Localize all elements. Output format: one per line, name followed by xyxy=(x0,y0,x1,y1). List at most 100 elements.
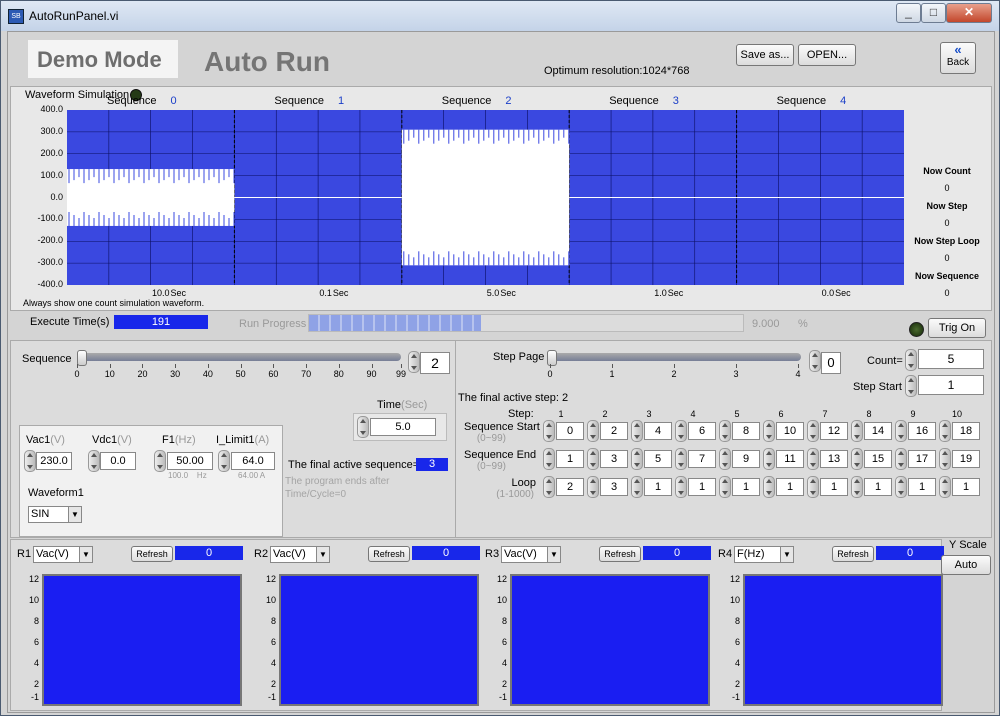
step-cell-spinner[interactable] xyxy=(807,448,819,470)
seq-start-cell[interactable]: 0 xyxy=(556,422,584,440)
step-cell-spinner[interactable] xyxy=(895,448,907,470)
seq-end-cell[interactable]: 19 xyxy=(952,450,980,468)
step-cell-spinner[interactable] xyxy=(851,420,863,442)
time-input[interactable]: 5.0 xyxy=(370,418,436,436)
step-page-slider-thumb[interactable] xyxy=(547,350,557,366)
readout-quantity-select[interactable]: Vac(V) xyxy=(501,546,561,563)
step-cell-spinner[interactable] xyxy=(719,476,731,498)
loop-cell[interactable]: 1 xyxy=(864,478,892,496)
seq-end-cell[interactable]: 3 xyxy=(600,450,628,468)
f1-input[interactable]: 50.00 xyxy=(167,452,213,470)
sequence-spinner[interactable] xyxy=(408,351,420,373)
step-cell-spinner[interactable] xyxy=(543,420,555,442)
seq-start-cell[interactable]: 2 xyxy=(600,422,628,440)
sequence-slider-track[interactable] xyxy=(77,350,401,366)
loop-cell[interactable]: 2 xyxy=(556,478,584,496)
step-cell-spinner[interactable] xyxy=(675,476,687,498)
close-button[interactable]: ✕ xyxy=(946,3,992,23)
step-cell-spinner[interactable] xyxy=(807,476,819,498)
refresh-button[interactable]: Refresh xyxy=(832,546,874,562)
trig-on-button[interactable]: Trig On xyxy=(928,318,986,338)
step-cell-spinner[interactable] xyxy=(895,476,907,498)
step-cell-spinner[interactable] xyxy=(763,420,775,442)
step-cell-spinner[interactable] xyxy=(719,448,731,470)
readout-quantity-select[interactable]: Vac(V) xyxy=(270,546,330,563)
seq-end-cell[interactable]: 17 xyxy=(908,450,936,468)
refresh-button[interactable]: Refresh xyxy=(131,546,173,562)
time-spinner[interactable] xyxy=(357,416,369,438)
seq-start-cell[interactable]: 12 xyxy=(820,422,848,440)
seq-end-cell[interactable]: 1 xyxy=(556,450,584,468)
step-cell-spinner[interactable] xyxy=(587,420,599,442)
loop-cell[interactable]: 1 xyxy=(820,478,848,496)
refresh-button[interactable]: Refresh xyxy=(599,546,641,562)
seq-start-cell[interactable]: 4 xyxy=(644,422,672,440)
f1-spinner[interactable] xyxy=(154,450,166,472)
seq-start-cell[interactable]: 16 xyxy=(908,422,936,440)
step-cell-spinner[interactable] xyxy=(851,476,863,498)
maximize-button[interactable]: □ xyxy=(921,3,946,23)
step-cell-spinner[interactable] xyxy=(543,476,555,498)
loop-cell[interactable]: 1 xyxy=(776,478,804,496)
step-cell-spinner[interactable] xyxy=(675,448,687,470)
step-cell-spinner[interactable] xyxy=(631,448,643,470)
step-cell-spinner[interactable] xyxy=(939,420,951,442)
loop-cell[interactable]: 1 xyxy=(644,478,672,496)
step-cell-spinner[interactable] xyxy=(587,476,599,498)
sequence-slider-thumb[interactable] xyxy=(77,350,87,366)
vac1-spinner[interactable] xyxy=(24,450,36,472)
seq-end-cell[interactable]: 13 xyxy=(820,450,848,468)
vac1-input[interactable]: 230.0 xyxy=(36,452,72,470)
back-button[interactable]: « Back xyxy=(940,42,976,74)
count-input[interactable]: 5 xyxy=(918,349,984,369)
sequence-value[interactable]: 2 xyxy=(420,352,450,374)
seq-start-cell[interactable]: 8 xyxy=(732,422,760,440)
count-spinner[interactable] xyxy=(905,349,917,371)
step-start-spinner[interactable] xyxy=(905,375,917,397)
step-cell-spinner[interactable] xyxy=(807,420,819,442)
vdc1-input[interactable]: 0.0 xyxy=(100,452,136,470)
step-cell-spinner[interactable] xyxy=(939,448,951,470)
y-scale-auto-button[interactable]: Auto xyxy=(941,555,991,575)
waveform1-select[interactable]: SIN xyxy=(28,506,82,523)
seq-start-cell[interactable]: 18 xyxy=(952,422,980,440)
save-as-button[interactable]: Save as... xyxy=(736,44,794,66)
step-page-value[interactable]: 0 xyxy=(821,352,841,374)
seq-end-cell[interactable]: 5 xyxy=(644,450,672,468)
step-cell-spinner[interactable] xyxy=(763,476,775,498)
step-cell-spinner[interactable] xyxy=(719,420,731,442)
step-cell-spinner[interactable] xyxy=(763,448,775,470)
seq-end-cell[interactable]: 15 xyxy=(864,450,892,468)
loop-cell[interactable]: 1 xyxy=(732,478,760,496)
step-cell-spinner[interactable] xyxy=(895,420,907,442)
ilimit1-spinner[interactable] xyxy=(218,450,230,472)
minimize-button[interactable]: _ xyxy=(896,3,921,23)
readout-quantity-select[interactable]: F(Hz) xyxy=(734,546,794,563)
seq-end-cell[interactable]: 7 xyxy=(688,450,716,468)
step-cell-spinner[interactable] xyxy=(587,448,599,470)
step-page-spinner[interactable] xyxy=(809,350,821,372)
loop-cell[interactable]: 1 xyxy=(688,478,716,496)
step-cell-spinner[interactable] xyxy=(631,420,643,442)
seq-end-cell[interactable]: 9 xyxy=(732,450,760,468)
open-button[interactable]: OPEN... xyxy=(798,44,856,66)
step-start-input[interactable]: 1 xyxy=(918,375,984,395)
step-cell-spinner[interactable] xyxy=(543,448,555,470)
loop-cell[interactable]: 1 xyxy=(908,478,936,496)
sequence-header: Sequence 2 xyxy=(442,95,512,107)
step-cell-spinner[interactable] xyxy=(851,448,863,470)
ilimit1-input[interactable]: 64.0 xyxy=(231,452,275,470)
step-page-slider-track[interactable] xyxy=(547,350,801,366)
step-cell-spinner[interactable] xyxy=(939,476,951,498)
seq-start-cell[interactable]: 10 xyxy=(776,422,804,440)
step-cell-spinner[interactable] xyxy=(675,420,687,442)
seq-start-cell[interactable]: 6 xyxy=(688,422,716,440)
seq-end-cell[interactable]: 11 xyxy=(776,450,804,468)
loop-cell[interactable]: 1 xyxy=(952,478,980,496)
readout-quantity-select[interactable]: Vac(V) xyxy=(33,546,93,563)
refresh-button[interactable]: Refresh xyxy=(368,546,410,562)
seq-start-cell[interactable]: 14 xyxy=(864,422,892,440)
vdc1-spinner[interactable] xyxy=(88,450,100,472)
loop-cell[interactable]: 3 xyxy=(600,478,628,496)
step-cell-spinner[interactable] xyxy=(631,476,643,498)
